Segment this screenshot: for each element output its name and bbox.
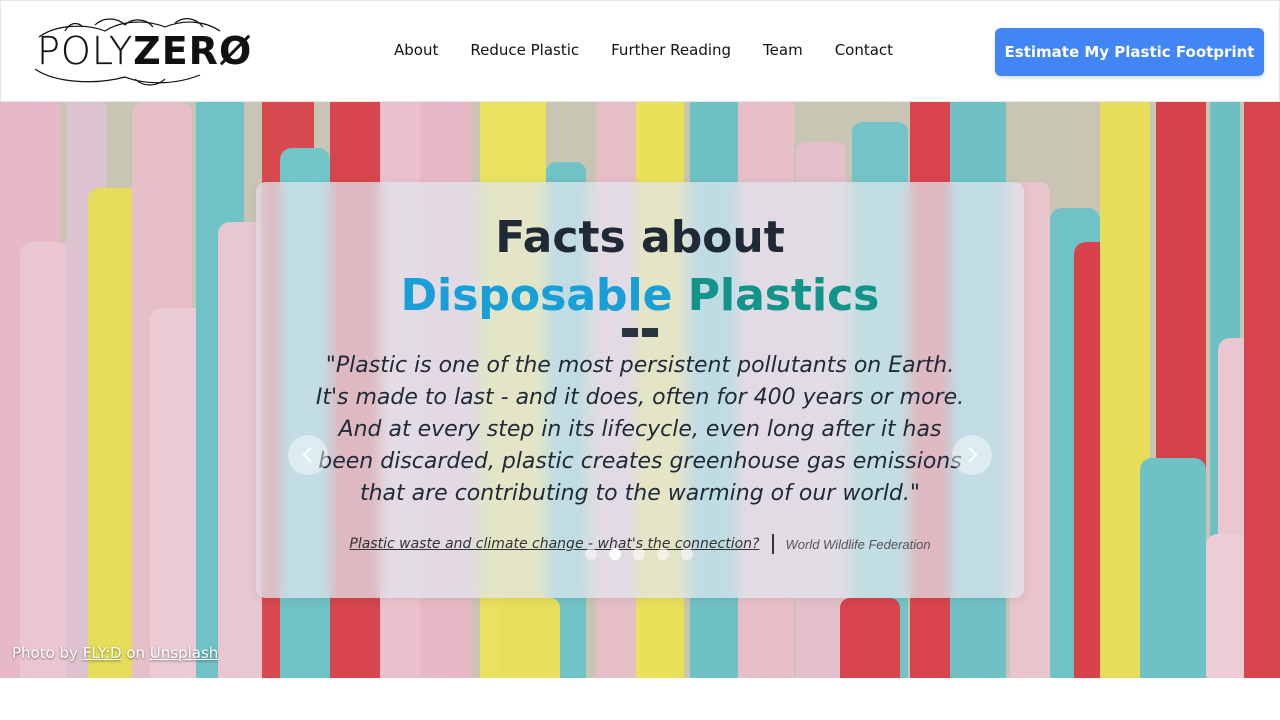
polyzero-logo[interactable]: POLYZERØ (25, 17, 275, 87)
title-divider (622, 328, 658, 338)
fact-quote: "Plastic is one of the most persistent p… (315, 353, 965, 506)
photo-credit: Photo by FLY:D on Unsplash (12, 644, 218, 662)
carousel-dot[interactable] (633, 548, 645, 560)
facts-subtitle-part2: Plastics (687, 270, 880, 321)
carousel-next-button[interactable] (952, 435, 992, 475)
logo-wordmark: POLYZERØ (37, 29, 252, 73)
carousel-dot[interactable] (585, 548, 597, 560)
nav-further-reading[interactable]: Further Reading (611, 41, 731, 59)
credit-prefix: Photo by (12, 644, 78, 662)
source-link[interactable]: Plastic waste and climate change - what'… (349, 536, 759, 552)
carousel-indicators (585, 548, 693, 560)
facts-subtitle-part1: Disposable (400, 270, 673, 321)
nav-reduce-plastic[interactable]: Reduce Plastic (470, 41, 579, 59)
facts-card: Facts about Disposable Plastics "Plastic… (256, 182, 1024, 598)
main-nav: About Reduce Plastic Further Reading Tea… (394, 41, 893, 59)
carousel-dot[interactable] (657, 548, 669, 560)
logo-text-bold: ZER (133, 29, 219, 73)
carousel-dot-active[interactable] (609, 548, 621, 560)
nav-team[interactable]: Team (763, 41, 803, 59)
nav-contact[interactable]: Contact (835, 41, 893, 59)
credit-site-link[interactable]: Unsplash (150, 644, 219, 662)
logo-text-light: POLY (37, 29, 134, 73)
facts-title: Facts about (495, 212, 785, 263)
credit-middle: on (126, 644, 145, 662)
source-separator (771, 534, 774, 554)
logo-text-zero: Ø (218, 29, 253, 73)
source-organization: World Wildlife Federation (785, 536, 931, 552)
carousel-prev-button[interactable] (288, 435, 328, 475)
chevron-left-icon (302, 447, 312, 463)
hero-section: Facts about Disposable Plastics "Plastic… (0, 102, 1280, 678)
site-header: POLYZERØ About Reduce Plastic Further Re… (0, 0, 1280, 102)
nav-about[interactable]: About (394, 41, 438, 59)
credit-author-link[interactable]: FLY:D (83, 644, 122, 662)
facts-subtitle: Disposable Plastics (256, 270, 1024, 321)
chevron-right-icon (968, 447, 978, 463)
carousel-dot[interactable] (681, 548, 693, 560)
estimate-footprint-button[interactable]: Estimate My Plastic Footprint (995, 28, 1264, 76)
